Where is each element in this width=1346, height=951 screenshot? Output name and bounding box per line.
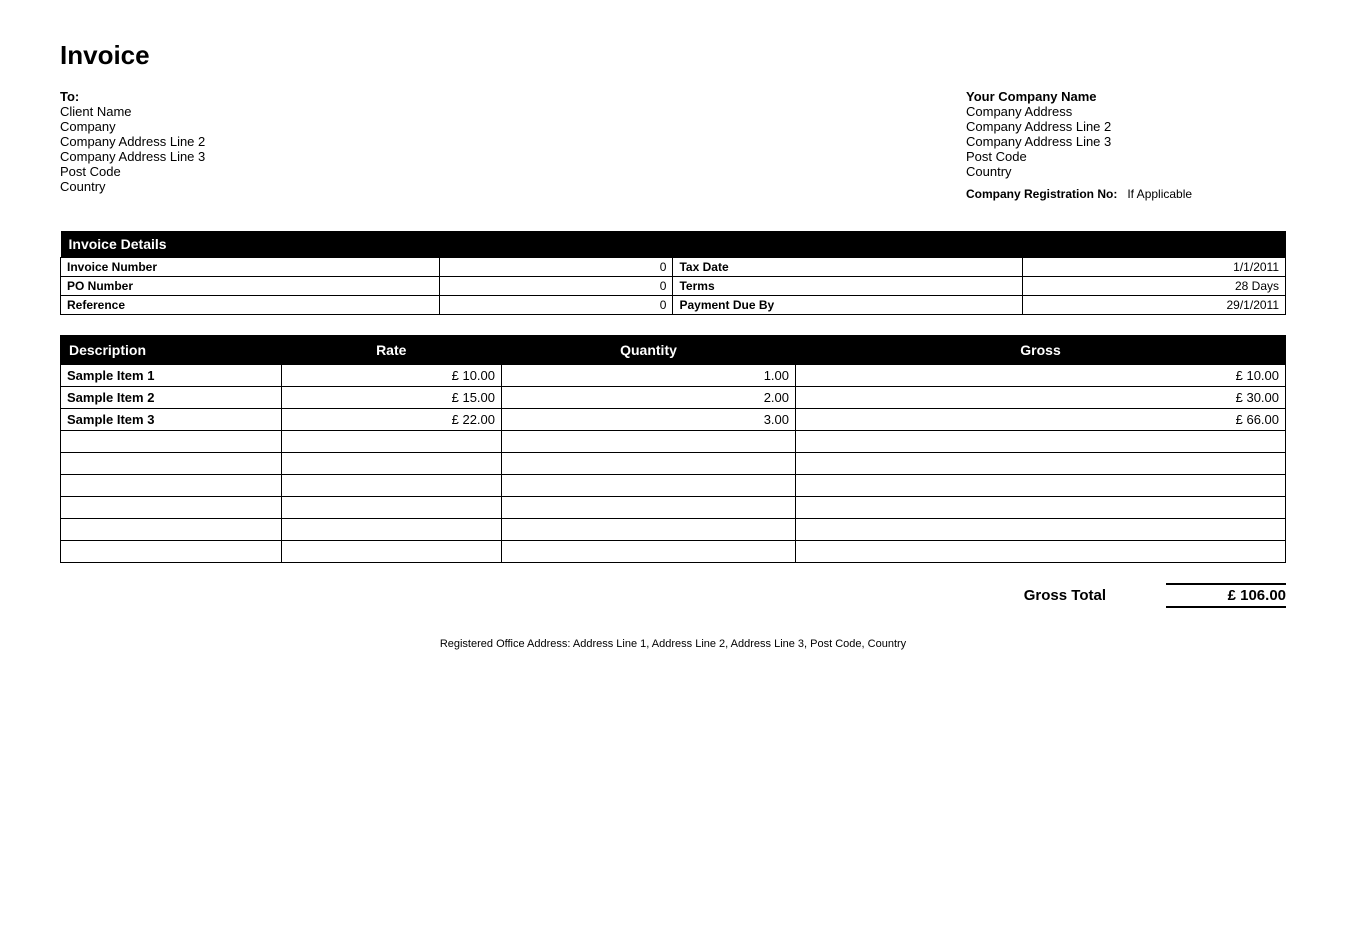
payment-due-value: 29/1/2011	[1023, 296, 1286, 315]
table-row: Sample Item 2 £ 15.00 2.00 £ 30.00	[61, 387, 1286, 409]
company-post-code: Post Code	[966, 149, 1286, 164]
po-number-label: PO Number	[61, 277, 440, 296]
empty-gross	[796, 431, 1286, 453]
empty-desc	[61, 497, 282, 519]
item-rate: £ 10.00	[281, 365, 502, 387]
empty-desc	[61, 453, 282, 475]
empty-qty	[502, 519, 796, 541]
invoice-title: Invoice	[60, 40, 1286, 71]
table-row	[61, 519, 1286, 541]
reference-row: Reference 0 Payment Due By 29/1/2011	[61, 296, 1286, 315]
po-number-value: 0	[440, 277, 673, 296]
empty-desc	[61, 519, 282, 541]
table-row	[61, 497, 1286, 519]
empty-desc	[61, 475, 282, 497]
empty-rate	[281, 497, 502, 519]
header-rate: Rate	[281, 336, 502, 365]
invoice-number-label: Invoice Number	[61, 258, 440, 277]
table-row	[61, 431, 1286, 453]
gross-total-label: Gross Total	[1024, 587, 1106, 604]
client-country: Country	[60, 179, 340, 194]
items-header-row: Description Rate Quantity Gross	[61, 336, 1286, 365]
item-rate: £ 22.00	[281, 409, 502, 431]
item-description: Sample Item 3	[61, 409, 282, 431]
table-row	[61, 475, 1286, 497]
reg-no-label: Company Registration No:	[966, 187, 1117, 201]
client-company: Company	[60, 119, 340, 134]
empty-qty	[502, 431, 796, 453]
po-number-row: PO Number 0 Terms 28 Days	[61, 277, 1286, 296]
invoice-details-header-row: Invoice Details	[61, 231, 1286, 258]
reg-row: Company Registration No: If Applicable	[966, 187, 1286, 201]
item-gross: £ 66.00	[796, 409, 1286, 431]
company-address-line2: Company Address Line 2	[966, 119, 1286, 134]
empty-desc	[61, 541, 282, 563]
empty-gross	[796, 541, 1286, 563]
empty-qty	[502, 541, 796, 563]
empty-rate	[281, 475, 502, 497]
gross-total-section: Gross Total £ 106.00	[60, 583, 1286, 608]
tax-date-label: Tax Date	[673, 258, 1023, 277]
reference-value: 0	[440, 296, 673, 315]
gross-total-value: £ 106.00	[1166, 583, 1286, 608]
item-quantity: 1.00	[502, 365, 796, 387]
company-info-section: Your Company Name Company Address Compan…	[966, 89, 1286, 201]
empty-gross	[796, 519, 1286, 541]
item-quantity: 2.00	[502, 387, 796, 409]
empty-gross	[796, 497, 1286, 519]
item-quantity: 3.00	[502, 409, 796, 431]
empty-rate	[281, 453, 502, 475]
empty-gross	[796, 475, 1286, 497]
footer-text: Registered Office Address: Address Line …	[60, 638, 1286, 650]
reg-no-value: If Applicable	[1127, 187, 1192, 201]
item-gross: £ 30.00	[796, 387, 1286, 409]
header-description: Description	[61, 336, 282, 365]
invoice-details-header: Invoice Details	[61, 231, 1286, 258]
empty-rate	[281, 541, 502, 563]
item-rate: £ 15.00	[281, 387, 502, 409]
bill-to-section: To: Client Name Company Company Address …	[60, 89, 340, 201]
terms-value: 28 Days	[1023, 277, 1286, 296]
item-description: Sample Item 2	[61, 387, 282, 409]
header-section: To: Client Name Company Company Address …	[60, 89, 1286, 201]
empty-desc	[61, 431, 282, 453]
item-description: Sample Item 1	[61, 365, 282, 387]
client-address-line2: Company Address Line 2	[60, 134, 340, 149]
item-gross: £ 10.00	[796, 365, 1286, 387]
header-gross: Gross	[796, 336, 1286, 365]
table-row: Sample Item 3 £ 22.00 3.00 £ 66.00	[61, 409, 1286, 431]
company-address: Company Address	[966, 104, 1286, 119]
payment-due-label: Payment Due By	[673, 296, 1023, 315]
client-post-code: Post Code	[60, 164, 340, 179]
empty-qty	[502, 453, 796, 475]
table-row	[61, 541, 1286, 563]
table-row: Sample Item 1 £ 10.00 1.00 £ 10.00	[61, 365, 1286, 387]
tax-date-value: 1/1/2011	[1023, 258, 1286, 277]
items-table: Description Rate Quantity Gross Sample I…	[60, 335, 1286, 563]
empty-gross	[796, 453, 1286, 475]
table-row	[61, 453, 1286, 475]
invoice-number-row: Invoice Number 0 Tax Date 1/1/2011	[61, 258, 1286, 277]
reference-label: Reference	[61, 296, 440, 315]
client-address-line3: Company Address Line 3	[60, 149, 340, 164]
empty-qty	[502, 475, 796, 497]
client-name: Client Name	[60, 104, 340, 119]
empty-qty	[502, 497, 796, 519]
your-company-name: Your Company Name	[966, 89, 1286, 104]
company-address-line3: Company Address Line 3	[966, 134, 1286, 149]
bill-to-label: To:	[60, 89, 340, 104]
invoice-number-value: 0	[440, 258, 673, 277]
company-country: Country	[966, 164, 1286, 179]
invoice-details-table: Invoice Details Invoice Number 0 Tax Dat…	[60, 231, 1286, 315]
header-quantity: Quantity	[502, 336, 796, 365]
empty-rate	[281, 519, 502, 541]
empty-rate	[281, 431, 502, 453]
terms-label: Terms	[673, 277, 1023, 296]
